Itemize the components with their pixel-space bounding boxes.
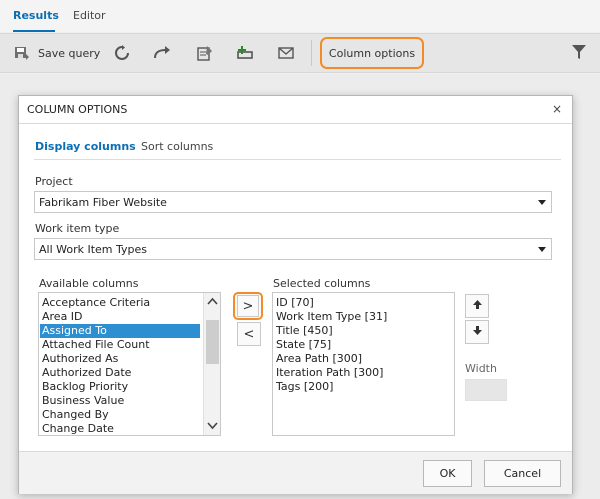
arrow-down-icon [472,325,483,340]
query-toolbar: Save query Column options [0,33,600,73]
chevron-right-icon: > [242,298,254,314]
work-item-type-select[interactable]: All Work Item Types [34,238,552,260]
dialog-title: COLUMN OPTIONS [27,103,128,116]
work-item-type-select-value: All Work Item Types [39,243,148,256]
dialog-title-bar: COLUMN OPTIONS × [19,96,572,124]
dialog-footer: OK Cancel [19,451,572,494]
scrollbar-thumb[interactable] [206,320,219,364]
edit-query-button[interactable] [196,34,213,72]
toolbar-separator [311,40,312,66]
chevron-down-icon [538,200,546,205]
selected-columns-list[interactable]: ID [70] Work Item Type [31] Title [450] Sta… [272,292,455,436]
project-label: Project [35,175,73,188]
ok-button[interactable]: OK [423,460,472,487]
active-tab-indicator [13,30,55,32]
tab-sort-columns[interactable]: Sort columns [141,140,213,153]
selected-columns-label: Selected columns [273,277,371,290]
filter-icon[interactable] [571,44,587,63]
available-columns-list[interactable]: Acceptance Criteria Area ID Assigned To Att… [38,292,221,436]
selected-column-item[interactable]: Title [450] [276,324,333,338]
available-column-item[interactable]: Changed By [42,408,109,422]
new-work-item-icon [236,45,254,61]
subtab-divider [34,159,561,160]
close-icon[interactable]: × [552,102,562,116]
arrow-up-icon [472,299,483,314]
available-columns-label: Available columns [39,277,139,290]
available-column-item[interactable]: Authorized As [42,352,118,366]
tab-editor[interactable]: Editor [73,9,106,22]
available-column-item[interactable]: Business Value [42,394,124,408]
move-right-button[interactable]: > [233,292,263,320]
available-column-item[interactable]: Assigned To [40,324,200,338]
available-column-item[interactable]: Acceptance Criteria [42,296,150,310]
move-up-button[interactable] [465,294,489,318]
scroll-up-icon[interactable] [207,296,218,307]
available-column-item[interactable]: Area ID [42,310,83,324]
save-query-label: Save query [38,46,101,60]
available-column-item[interactable]: Authorized Date [42,366,131,380]
tab-results[interactable]: Results [13,9,59,22]
cancel-button[interactable]: Cancel [484,460,561,487]
refresh-icon [114,45,130,61]
query-tab-bar: Results Editor [0,0,600,32]
selected-column-item[interactable]: Iteration Path [300] [276,366,383,380]
refresh-button[interactable] [114,34,130,72]
edit-query-icon [196,45,213,62]
available-columns-scrollbar[interactable] [203,293,220,435]
chevron-down-icon [538,247,546,252]
save-icon [14,46,30,60]
width-input[interactable] [465,379,507,401]
selected-column-item[interactable]: State [75] [276,338,331,352]
save-query-button[interactable]: Save query [14,34,100,72]
project-select-value: Fabrikam Fiber Website [39,196,167,209]
work-item-type-label: Work item type [35,222,120,235]
selected-column-item[interactable]: Work Item Type [31] [276,310,387,324]
available-column-item[interactable]: Backlog Priority [42,380,128,394]
available-column-item[interactable]: Change Date [42,422,114,435]
tab-display-columns[interactable]: Display columns [35,140,136,153]
selected-column-item[interactable]: Tags [200] [276,380,333,394]
redo-icon [153,46,171,60]
available-column-item[interactable]: Attached File Count [42,338,150,352]
scroll-down-icon[interactable] [207,420,218,431]
width-label: Width [465,362,497,375]
column-options-button[interactable]: Column options [320,37,424,69]
selected-column-item[interactable]: Area Path [300] [276,352,362,366]
new-work-item-button[interactable] [236,34,254,72]
email-icon [278,47,294,59]
redo-button[interactable] [153,34,171,72]
move-left-button[interactable]: < [237,322,261,346]
email-query-button[interactable] [278,34,294,72]
move-down-button[interactable] [465,320,489,344]
project-select[interactable]: Fabrikam Fiber Website [34,191,552,213]
column-options-dialog: COLUMN OPTIONS × Display columns Sort co… [18,95,573,494]
selected-column-item[interactable]: ID [70] [276,296,314,310]
chevron-left-icon: < [243,326,255,342]
